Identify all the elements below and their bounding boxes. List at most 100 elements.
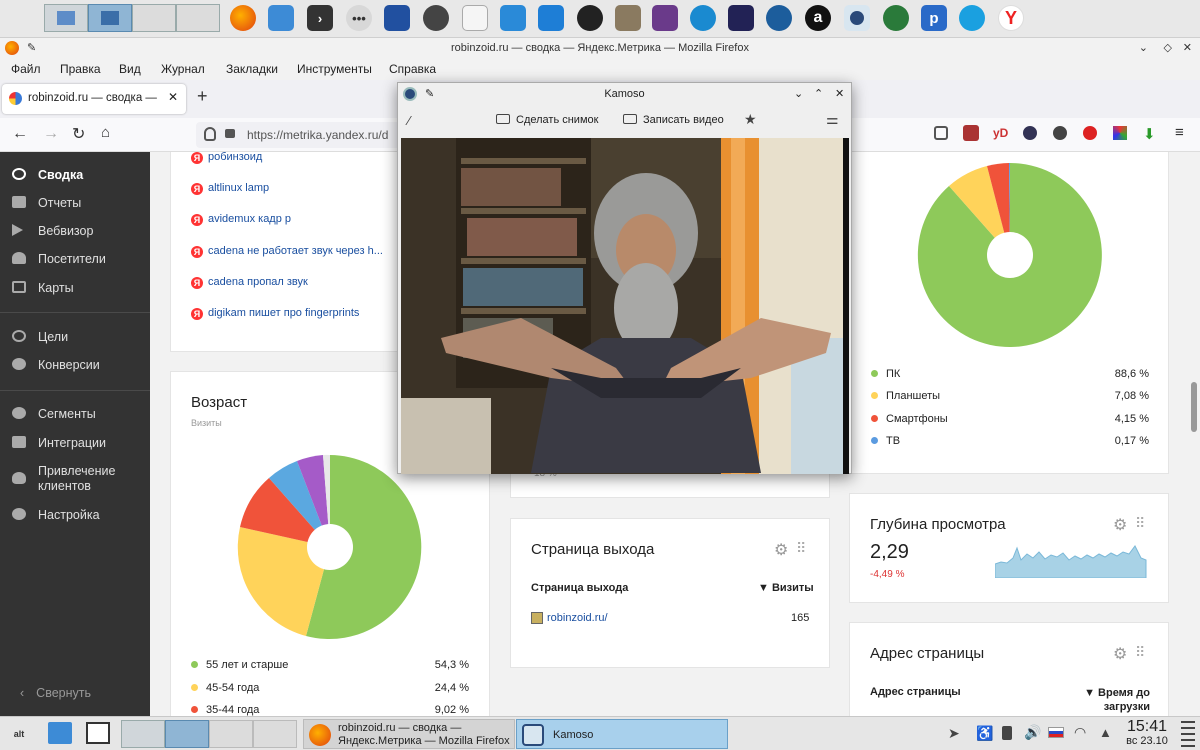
query-link[interactable]: Яcadena не работает звук через h... <box>191 245 383 258</box>
accessibility-icon[interactable]: ♿ <box>976 725 993 742</box>
sidebar-collapse[interactable]: ‹ Свернуть <box>20 686 91 700</box>
back-icon[interactable]: ← <box>12 125 28 143</box>
media-icon[interactable] <box>728 5 754 31</box>
new-tab-icon[interactable]: + <box>197 86 208 107</box>
menu-tools[interactable]: Инструменты <box>297 62 372 76</box>
sidebar-item-integrations[interactable]: Интеграции <box>12 436 106 450</box>
sidebar-item-maps[interactable]: Карты <box>12 281 74 295</box>
notifications-icon[interactable]: ▲ <box>1099 725 1112 740</box>
keyboard-layout-icon[interactable] <box>1048 727 1064 738</box>
forward-icon[interactable]: → <box>43 125 59 143</box>
p-icon[interactable]: p <box>921 5 947 31</box>
yd-extension[interactable]: yD <box>993 126 1008 140</box>
settings-sliders-icon[interactable]: ⚌ <box>826 111 839 128</box>
query-link[interactable]: Яробинзоид <box>191 152 262 164</box>
video-editor-icon[interactable] <box>384 5 410 31</box>
package-icon[interactable] <box>500 5 526 31</box>
menu-history[interactable]: Журнал <box>161 62 205 76</box>
sidebar-item-goals[interactable]: Цели <box>12 330 68 344</box>
address-col-dom[interactable]: ▼ Время до загрузки DOM <box>1075 686 1150 716</box>
document-icon[interactable] <box>462 5 488 31</box>
ball-icon[interactable] <box>766 5 792 31</box>
pager-desktop-4[interactable] <box>176 4 220 32</box>
ext-icon-4[interactable] <box>1113 126 1127 140</box>
drag-handle-icon[interactable]: ⠿ <box>1135 515 1145 532</box>
close-icon[interactable]: ✕ <box>835 83 844 105</box>
burst-star-icon[interactable]: ★ <box>744 111 757 128</box>
sidebar-item-webvisor[interactable]: Вебвизор <box>12 224 93 238</box>
page-scrollbar[interactable] <box>1191 382 1197 432</box>
sidebar-item-summary[interactable]: Сводка <box>12 168 83 182</box>
yandex-browser-icon[interactable]: Y <box>998 5 1024 31</box>
clock-time[interactable]: 15:41 <box>1122 718 1172 736</box>
sidebar-item-conversions[interactable]: Конверсии <box>12 358 100 372</box>
pager-desktop-3[interactable] <box>132 4 176 32</box>
pocket-icon[interactable] <box>934 126 948 140</box>
query-link[interactable]: Яcadena пропал звук <box>191 276 308 289</box>
query-link[interactable]: Яavidemux кадр р <box>191 213 291 226</box>
more-icon[interactable]: ••• <box>346 5 372 31</box>
globe-icon[interactable] <box>883 5 909 31</box>
ublock-icon[interactable] <box>963 125 979 141</box>
webcam-icon[interactable] <box>844 5 870 31</box>
taskbar-pager-4[interactable] <box>253 720 297 748</box>
file-manager-icon[interactable] <box>268 5 294 31</box>
maximize-icon[interactable]: ⌃ <box>814 83 823 105</box>
gimp-icon[interactable] <box>615 5 641 31</box>
terminal-icon[interactable]: › <box>307 5 333 31</box>
settings-gear-icon[interactable]: ⚙ <box>1113 515 1127 535</box>
tab-close-icon[interactable]: ✕ <box>168 90 178 104</box>
text-editor-icon[interactable] <box>538 5 564 31</box>
ext-icon-3[interactable] <box>1083 126 1097 140</box>
telegram-icon[interactable]: ➤ <box>948 725 960 742</box>
take-photo-button[interactable]: Сделать снимок <box>496 114 598 126</box>
url-bar[interactable]: https://metrika.yandex.ru/d <box>196 122 400 148</box>
menu-view[interactable]: Вид <box>119 62 141 76</box>
sidebar-item-segments[interactable]: Сегменты <box>12 407 96 421</box>
panel-handle[interactable] <box>1181 721 1195 747</box>
settings-gear-icon[interactable]: ⚙ <box>1113 644 1127 664</box>
menu-bookmarks[interactable]: Закладки <box>226 62 278 76</box>
volume-icon[interactable]: 🔊 <box>1024 724 1041 741</box>
drag-handle-icon[interactable]: ⠿ <box>796 540 806 557</box>
wifi-icon[interactable]: ◠ <box>1074 724 1086 741</box>
minimize-icon[interactable]: ⌄ <box>1139 38 1148 58</box>
disc-icon[interactable] <box>423 5 449 31</box>
pin-icon[interactable]: ✎ <box>27 38 36 58</box>
pin-icon[interactable]: ✎ <box>425 83 434 105</box>
minimize-icon[interactable]: ⌄ <box>794 83 803 105</box>
image-viewer-icon[interactable] <box>652 5 678 31</box>
show-desktop-icon[interactable] <box>86 722 110 744</box>
home-icon[interactable]: ⌂ <box>101 124 110 141</box>
close-icon[interactable]: ✕ <box>1183 38 1192 58</box>
url-text[interactable]: https://metrika.yandex.ru/d <box>247 128 388 142</box>
download-icon[interactable]: ⬇ <box>1143 125 1156 143</box>
maximize-icon[interactable]: ◇ <box>1164 38 1172 58</box>
pager-desktop-1[interactable] <box>44 4 88 32</box>
app-menu-button[interactable]: alt <box>6 721 32 747</box>
menu-file[interactable]: Файл <box>11 62 41 76</box>
task-kamoso[interactable]: Kamoso <box>516 719 728 749</box>
taskbar-pager-1[interactable] <box>121 720 165 748</box>
network-icon[interactable] <box>959 5 985 31</box>
tux-icon[interactable] <box>577 5 603 31</box>
sidebar-item-acquisition[interactable]: Привлечение клиентов <box>12 464 132 494</box>
sidebar-item-visitors[interactable]: Посетители <box>12 252 106 266</box>
firefox-icon[interactable] <box>230 5 256 31</box>
effects-wand-icon[interactable]: ⁄ <box>408 113 410 128</box>
pager-desktop-2[interactable] <box>88 4 132 32</box>
ext-icon-2[interactable] <box>1053 126 1067 140</box>
exit-row-page[interactable]: robinzoid.ru/ <box>547 612 608 624</box>
sidebar-item-settings[interactable]: Настройка <box>12 508 100 522</box>
a-icon[interactable]: a <box>805 5 831 31</box>
headphones-icon[interactable] <box>690 5 716 31</box>
task-firefox[interactable]: robinzoid.ru — сводка — Яндекс.Метрика —… <box>303 719 515 749</box>
taskbar-pager-2[interactable] <box>165 720 209 748</box>
settings-gear-icon[interactable]: ⚙ <box>774 540 788 560</box>
exit-col-visits[interactable]: ▼ Визиты <box>758 582 814 594</box>
clock-date[interactable]: вс 23.10 <box>1118 735 1176 747</box>
tab-metrika[interactable]: robinzoid.ru — сводка — Ян ✕ <box>2 84 186 114</box>
taskbar-pager-3[interactable] <box>209 720 253 748</box>
query-link[interactable]: Яdigikam пишет про fingerprints <box>191 307 359 320</box>
clipboard-icon[interactable] <box>1002 726 1012 740</box>
